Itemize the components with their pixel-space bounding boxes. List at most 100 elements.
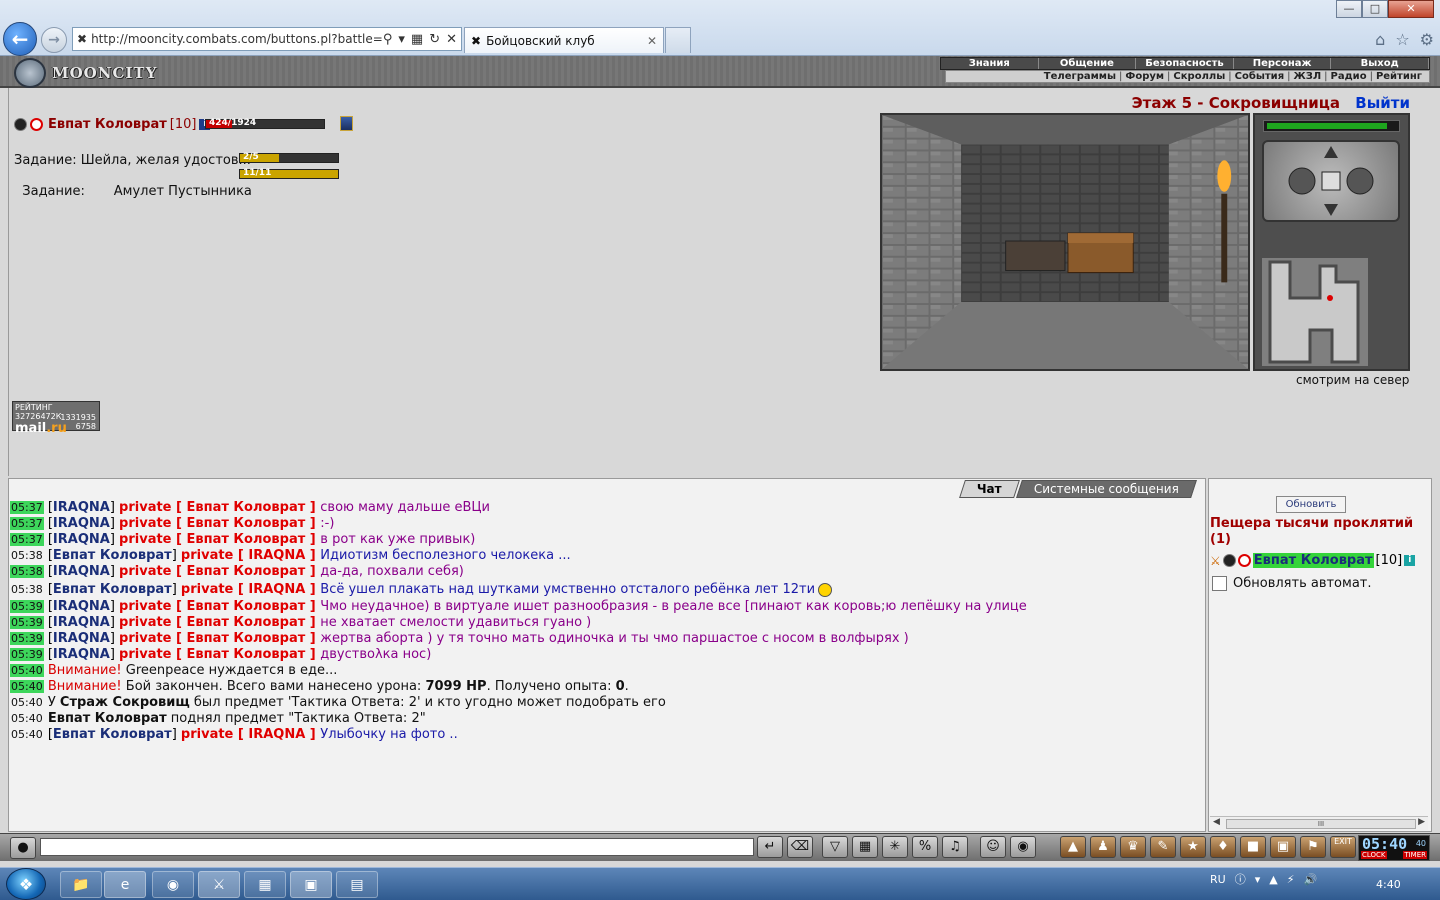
menu-item-knowledge[interactable]: Знания: [941, 58, 1039, 69]
sender-nick[interactable]: IRAQNA: [53, 500, 110, 515]
tab-chat[interactable]: Чат: [959, 480, 1020, 498]
start-button[interactable]: ❖: [6, 868, 46, 900]
tray-arrow-icon[interactable]: ▲: [1269, 873, 1277, 886]
mailru-counter[interactable]: РЕЙТИНГ 32726472К mail.ru 1331935 6758: [12, 401, 100, 436]
ie-taskbar-icon[interactable]: e: [104, 871, 146, 898]
help-icon[interactable]: ⓘ: [1235, 871, 1246, 887]
smiley-button[interactable]: ☺: [980, 836, 1006, 858]
menu-item-security[interactable]: Безопасность: [1136, 58, 1234, 69]
recipient-nick[interactable]: IRAQNA: [248, 582, 305, 597]
turn-right-icon[interactable]: [1346, 167, 1374, 195]
settings-gear-icon[interactable]: ⚙: [1420, 30, 1434, 49]
sender-nick[interactable]: IRAQNA: [53, 532, 110, 547]
sound-button[interactable]: ♫: [942, 836, 968, 858]
minimize-button[interactable]: —: [1336, 0, 1362, 18]
system-actor[interactable]: Страж Сокровищ: [60, 695, 190, 710]
filter-button[interactable]: ▽: [822, 836, 848, 858]
recipient-nick[interactable]: Евпат Коловрат: [187, 532, 306, 547]
volume-icon[interactable]: 🔊: [1303, 873, 1317, 886]
submenu-zhzl[interactable]: ЖЗЛ: [1291, 71, 1325, 82]
private-tag[interactable]: private: [119, 516, 171, 531]
menu-item-exit[interactable]: Выход: [1331, 58, 1429, 69]
arrow-back-icon[interactable]: [1324, 204, 1338, 216]
turn-left-icon[interactable]: [1288, 167, 1316, 195]
map-button[interactable]: ▣: [1270, 836, 1296, 858]
stop-icon[interactable]: ✕: [446, 32, 457, 47]
clan-button[interactable]: ♛: [1120, 836, 1146, 858]
favorites-star-icon[interactable]: ☆: [1395, 30, 1409, 49]
chest-closed[interactable]: [1005, 240, 1066, 272]
submenu-scrolls[interactable]: Скроллы: [1170, 71, 1228, 82]
submenu-radio[interactable]: Радио: [1328, 71, 1370, 82]
private-tag[interactable]: private: [181, 548, 233, 563]
private-tag[interactable]: private: [181, 582, 233, 597]
scroll-thumb[interactable]: III: [1226, 819, 1416, 829]
floppy-taskbar-icon[interactable]: ▦: [244, 871, 286, 898]
private-tag[interactable]: private: [119, 631, 171, 646]
private-tag[interactable]: private: [119, 647, 171, 662]
recipient-nick[interactable]: IRAQNA: [248, 727, 305, 742]
recipient-nick[interactable]: Евпат Коловрат: [187, 516, 306, 531]
maximize-button[interactable]: □: [1362, 0, 1388, 18]
recipient-nick[interactable]: IRAQNA: [248, 548, 305, 563]
sender-nick[interactable]: IRAQNA: [53, 516, 110, 531]
search-icon[interactable]: ⚲: [383, 32, 393, 47]
image-viewer-taskbar-icon[interactable]: ▣: [290, 871, 332, 898]
movement-pad[interactable]: [1262, 140, 1400, 222]
network-icon[interactable]: ▾: [1255, 873, 1261, 886]
firefox-taskbar-icon[interactable]: ◉: [152, 871, 194, 898]
room-user-name[interactable]: Евпат Коловрат: [1252, 553, 1374, 568]
new-tab-button[interactable]: [665, 27, 691, 53]
auto-refresh-checkbox[interactable]: [1212, 576, 1227, 591]
private-tag[interactable]: private: [119, 615, 171, 630]
sender-nick[interactable]: IRAQNA: [53, 615, 110, 630]
helmet-button[interactable]: ◉: [1010, 836, 1036, 858]
arrow-forward-icon[interactable]: [1324, 146, 1338, 158]
inventory-button[interactable]: ▲: [1060, 836, 1086, 858]
emote-menu-button[interactable]: ●: [10, 837, 36, 859]
side-horizontal-scrollbar[interactable]: ◀ III ▶: [1210, 816, 1428, 830]
private-tag[interactable]: private: [119, 500, 171, 515]
save-button[interactable]: ▦: [852, 836, 878, 858]
sender-nick[interactable]: IRAQNA: [53, 647, 110, 662]
recipient-nick[interactable]: Евпат Коловрат: [187, 647, 306, 662]
center-refresh-icon[interactable]: [1321, 171, 1341, 191]
home-icon[interactable]: ⌂: [1375, 30, 1385, 49]
sender-nick[interactable]: Евпат Коловрат: [53, 548, 172, 563]
exit-link[interactable]: Выйти: [1355, 94, 1410, 112]
submenu-forum[interactable]: Форум: [1122, 71, 1167, 82]
sender-nick[interactable]: IRAQNA: [53, 599, 110, 614]
scroll-left-icon[interactable]: ◀: [1213, 817, 1220, 827]
scroll-button[interactable]: ✎: [1150, 836, 1176, 858]
submenu-rating[interactable]: Рейтинг: [1373, 71, 1425, 82]
private-tag[interactable]: private: [119, 532, 171, 547]
submenu-events[interactable]: События: [1232, 71, 1287, 82]
tab-system-messages[interactable]: Системные сообщения: [1015, 480, 1197, 498]
character-name[interactable]: Евпат Коловрат: [48, 117, 167, 132]
recipient-nick[interactable]: Евпат Коловрат: [187, 599, 306, 614]
browser-tab[interactable]: ✖ Бойцовский клуб ✕: [464, 27, 664, 53]
forward-button[interactable]: →: [41, 27, 67, 53]
sender-nick[interactable]: Евпат Коловрат: [53, 727, 172, 742]
scroll-right-icon[interactable]: ▶: [1418, 817, 1425, 827]
refresh-icon[interactable]: ↻: [429, 32, 440, 47]
private-tag[interactable]: private: [181, 727, 233, 742]
recipient-nick[interactable]: Евпат Коловрат: [187, 500, 306, 515]
back-button[interactable]: ←: [3, 22, 37, 56]
address-bar[interactable]: ✖ http://mooncity.combats.com/buttons.pl…: [72, 27, 462, 51]
shop-button[interactable]: ■: [1240, 836, 1266, 858]
skills-button[interactable]: ★: [1180, 836, 1206, 858]
tab-close-icon[interactable]: ✕: [647, 34, 657, 48]
menu-item-character[interactable]: Персонаж: [1234, 58, 1332, 69]
power-icon[interactable]: ⚡: [1287, 873, 1295, 886]
taskbar-clock[interactable]: 4:40: [1376, 878, 1401, 891]
recipient-nick[interactable]: Евпат Коловрат: [187, 615, 306, 630]
submenu-telegrams[interactable]: Телеграммы: [1041, 71, 1119, 82]
game-taskbar-icon[interactable]: ⚔: [198, 871, 240, 898]
exit-game-button[interactable]: EXIT: [1330, 836, 1356, 858]
sender-nick[interactable]: IRAQNA: [53, 564, 110, 579]
chat-input[interactable]: [40, 838, 754, 856]
private-tag[interactable]: private: [119, 599, 171, 614]
menu-item-communication[interactable]: Общение: [1039, 58, 1137, 69]
send-button[interactable]: ↵: [757, 836, 783, 858]
